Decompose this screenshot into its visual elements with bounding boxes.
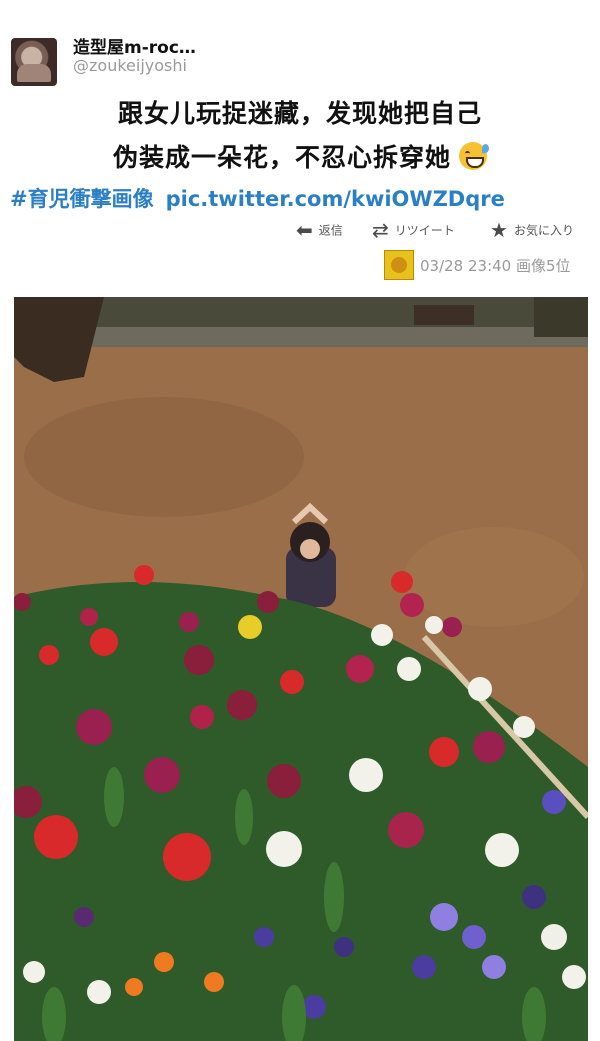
star-icon: ★ [490,218,508,242]
tweet-photo[interactable] [14,297,588,1041]
favorite-button[interactable]: ★ お気に入り [490,218,574,242]
tweet-meta: 03/28 23:40 画像5位 [384,250,571,280]
avatar-figure [17,64,51,82]
shadow [24,397,304,517]
avatar[interactable] [11,38,57,86]
display-name[interactable]: 造型屋m-roc… [73,33,196,58]
ranking-badge-icon [384,250,414,280]
tweet-links: #育児衝撃画像 pic.twitter.com/kwiOWZDqre [10,183,505,213]
tree-right [534,297,588,337]
reply-button[interactable]: ⬅ 返信 [296,218,343,242]
tweet-text-line-2-text: 伪装成一朵花，不忍心拆穿她 [112,143,451,172]
favorite-label: お気に入り [513,223,574,238]
tweet-text-line-2: 伪装成一朵花，不忍心拆穿她 [0,138,600,174]
tweet-header: 造型屋m-roc… @zoukeijyoshi [0,0,600,90]
sweat-drop [482,144,489,153]
retweet-icon: ⇄ [372,218,389,242]
reply-arrow-icon: ⬅ [296,218,313,242]
tweet-text-line-1: 跟女儿玩捉迷藏，发现她把自己 [117,99,482,128]
ground-patch [404,527,584,627]
bench [414,305,474,325]
timestamp: 03/28 23:40 画像5位 [420,256,571,275]
hashtag-link[interactable]: #育児衝撃画像 [10,187,154,211]
retweet-label: リツイート [394,223,455,238]
path [14,327,588,347]
reply-label: 返信 [318,223,343,238]
sweat-smile-emoji-icon [459,142,489,170]
user-handle[interactable]: @zoukeijyoshi [73,56,187,75]
retweet-button[interactable]: ⇄ リツイート [372,218,455,242]
photo-illustration [14,297,588,1041]
media-link[interactable]: pic.twitter.com/kwiOWZDqre [166,187,505,211]
